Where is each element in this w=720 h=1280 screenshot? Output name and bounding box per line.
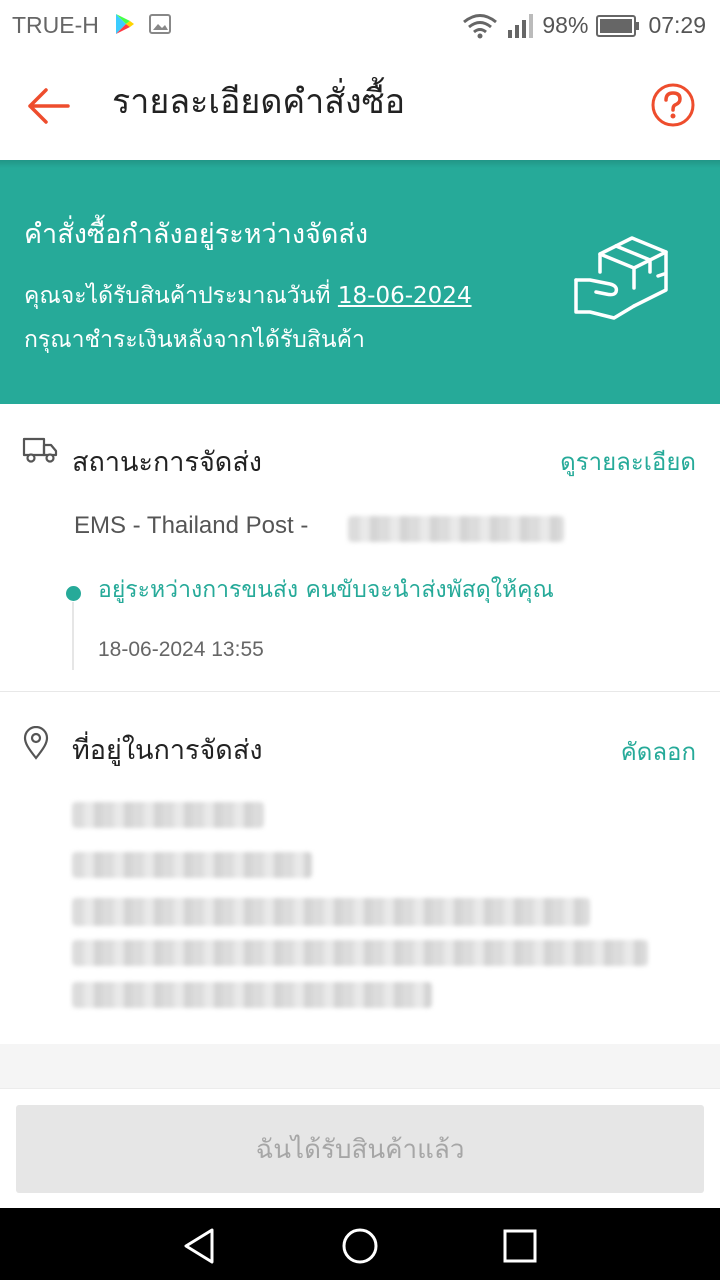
location-pin-icon xyxy=(23,726,49,760)
question-circle-icon[interactable] xyxy=(650,82,696,128)
package-delivery-icon xyxy=(574,236,668,320)
signal-icon xyxy=(508,13,534,38)
app-bar: รายละเอียดคำสั่งซื้อ xyxy=(0,56,720,160)
latest-tracking-event: อยู่ระหว่างการขนส่ง คนขับจะนำส่งพัสดุให้… xyxy=(98,577,554,603)
order-received-button[interactable]: ฉันได้รับสินค้าแล้ว xyxy=(16,1105,704,1193)
nav-home-icon[interactable] xyxy=(340,1226,380,1266)
clock: 07:29 xyxy=(648,12,706,38)
page-title: รายละเอียดคำสั่งซื้อ xyxy=(112,82,406,122)
carrier-name: TRUE-H xyxy=(12,12,99,38)
truck-icon xyxy=(22,437,58,463)
delivery-address-heading: ที่อยู่ในการจัดส่ง xyxy=(72,735,263,766)
eta-prefix: คุณจะได้รับสินค้าประมาณวันที่ xyxy=(24,283,338,309)
arrow-left-icon[interactable] xyxy=(24,82,72,130)
address-line-redacted xyxy=(72,940,648,966)
tracking-number-redacted xyxy=(348,516,564,542)
address-line-redacted xyxy=(72,982,432,1008)
status-bar: TRUE-H 98% 07:29 xyxy=(0,0,720,56)
battery-icon xyxy=(596,14,640,37)
section-divider xyxy=(0,1044,720,1088)
recipient-name-redacted xyxy=(72,802,264,828)
payment-note: กรุณาชำระเงินหลังจากได้รับสินค้า xyxy=(24,327,365,353)
address-line-redacted xyxy=(72,898,590,926)
recipient-phone-redacted xyxy=(72,852,312,878)
timeline-dot xyxy=(66,586,81,601)
play-store-icon xyxy=(116,14,134,34)
order-status-banner: คำสั่งซื้อกำลังอยู่ระหว่างจัดส่ง คุณจะได… xyxy=(0,160,720,404)
wifi-icon xyxy=(463,13,498,38)
shipping-status-section: สถานะการจัดส่ง ดูรายละเอียด EMS - Thaila… xyxy=(0,404,720,692)
nav-recents-icon[interactable] xyxy=(500,1226,540,1266)
divider xyxy=(0,160,720,168)
view-details-link[interactable]: ดูรายละเอียด xyxy=(560,442,696,481)
banner-headline: คำสั่งซื้อกำลังอยู่ระหว่างจัดส่ง xyxy=(24,219,369,250)
eta-line: คุณจะได้รับสินค้าประมาณวันที่ 18-06-2024 xyxy=(24,278,472,314)
shipping-status-heading: สถานะการจัดส่ง xyxy=(72,447,262,478)
timeline-line xyxy=(72,602,74,670)
gallery-icon xyxy=(149,14,171,34)
latest-tracking-time: 18-06-2024 13:55 xyxy=(98,638,264,661)
copy-address-link[interactable]: คัดลอก xyxy=(621,732,696,771)
delivery-address-section: ที่อยู่ในการจัดส่ง คัดลอก xyxy=(0,692,720,1044)
nav-back-icon[interactable] xyxy=(180,1226,220,1266)
bottom-action-bar: ฉันได้รับสินค้าแล้ว xyxy=(0,1088,720,1208)
carrier-label: EMS - Thailand Post - xyxy=(74,512,309,539)
system-nav-bar xyxy=(0,1208,720,1280)
battery-percent: 98% xyxy=(542,12,589,38)
eta-date: 18-06-2024 xyxy=(337,283,472,309)
